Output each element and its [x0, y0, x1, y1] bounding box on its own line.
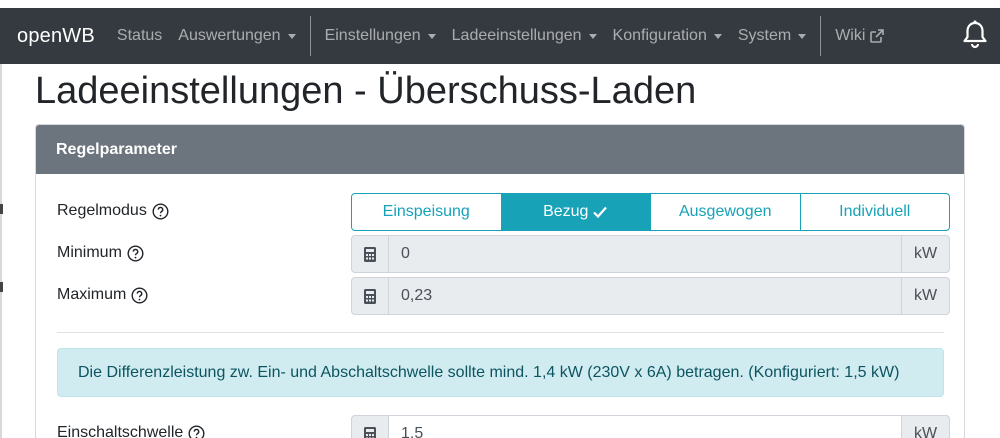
regelmodus-ausgewogen-button[interactable]: Ausgewogen — [651, 194, 801, 230]
regelmodus-einspeisung-button[interactable]: Einspeisung — [352, 194, 502, 230]
caret-down-icon — [287, 33, 296, 39]
einschaltschwelle-field[interactable]: 1,5 — [389, 415, 901, 438]
calculator-icon[interactable] — [351, 415, 389, 438]
calculator-icon[interactable] — [351, 235, 389, 273]
minimum-label: Minimum — [57, 244, 144, 262]
bell-icon[interactable] — [962, 20, 988, 50]
stray-mark — [0, 282, 3, 292]
nav-divider — [309, 16, 311, 56]
caret-down-icon — [427, 33, 436, 39]
nav-konfiguration[interactable]: Konfiguration — [605, 27, 730, 45]
regelmodus-toggle: Einspeisung Bezug Ausgewogen Individuell — [351, 193, 950, 231]
checkmark-icon — [593, 206, 608, 219]
caret-down-icon — [588, 33, 597, 39]
einschaltschwelle-label: Einschaltschwelle — [57, 424, 205, 438]
einschaltschwelle-unit: kW — [901, 415, 950, 438]
page-left-edge — [0, 64, 2, 438]
nav-ladeeinstellungen[interactable]: Ladeeinstellungen — [444, 27, 605, 45]
card-header[interactable]: Regelparameter — [36, 125, 964, 174]
page-title: Ladeeinstellungen - Überschuss-Laden — [35, 70, 697, 112]
maximum-field[interactable]: 0,23 — [389, 277, 901, 315]
nav-wiki[interactable]: Wiki — [827, 27, 893, 45]
maximum-label: Maximum — [57, 286, 148, 304]
help-icon[interactable] — [127, 244, 144, 262]
help-icon[interactable] — [131, 286, 148, 304]
top-navbar: openWB Status Auswertungen Einstellungen… — [0, 8, 1000, 64]
minimum-field[interactable]: 0 — [389, 235, 901, 273]
minimum-unit: kW — [901, 235, 950, 273]
help-icon[interactable] — [188, 425, 205, 438]
calculator-icon[interactable] — [351, 277, 389, 315]
regelmodus-bezug-button[interactable]: Bezug — [501, 194, 651, 230]
caret-down-icon — [798, 33, 807, 39]
einschaltschwelle-input-group: 1,5 kW — [351, 415, 950, 438]
maximum-unit: kW — [901, 277, 950, 315]
minimum-input-group: 0 kW — [351, 235, 950, 273]
stray-mark — [0, 204, 3, 214]
nav-einstellungen[interactable]: Einstellungen — [317, 27, 444, 45]
nav-system[interactable]: System — [730, 27, 814, 45]
brand-logo[interactable]: openWB — [17, 25, 95, 48]
regelparameter-card: Regelparameter Regelmodus Einspeisung Be… — [35, 124, 965, 438]
nav-divider — [820, 16, 822, 56]
divider — [57, 332, 944, 333]
nav-status[interactable]: Status — [109, 27, 170, 45]
regelmodus-label: Regelmodus — [57, 202, 169, 220]
caret-down-icon — [713, 33, 722, 39]
regelmodus-individuell-button[interactable]: Individuell — [801, 194, 950, 230]
help-icon[interactable] — [152, 202, 169, 220]
external-link-icon — [870, 29, 885, 43]
info-alert: Die Differenzleistung zw. Ein- und Absch… — [57, 348, 944, 397]
maximum-input-group: 0,23 kW — [351, 277, 950, 315]
nav-auswertungen[interactable]: Auswertungen — [170, 27, 303, 45]
